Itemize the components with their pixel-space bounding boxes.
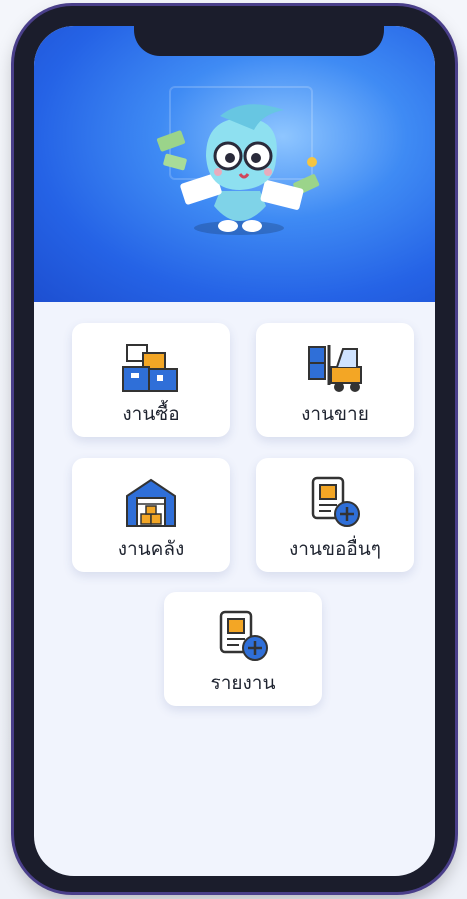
reports-label: รายงาน — [210, 672, 276, 694]
warehouse-label: งานคลัง — [117, 538, 185, 560]
phone-frame: งานซื้อ งานขาย งานคลัง งานขออื่นๆ รายงาน — [14, 6, 455, 892]
app-screen: งานซื้อ งานขาย งานคลัง งานขออื่นๆ รายงาน — [34, 26, 435, 876]
document-add-icon — [311, 476, 360, 527]
boxes-icon — [122, 344, 178, 392]
reports-card[interactable]: รายงาน — [164, 592, 322, 706]
other-requests-label: งานขออื่นๆ — [289, 538, 381, 560]
mascot-illustration — [156, 104, 320, 235]
purchase-card[interactable]: งานซื้อ — [72, 323, 230, 437]
report-add-icon — [219, 610, 268, 661]
forklift-icon — [308, 345, 362, 392]
warehouse-icon — [126, 478, 176, 527]
phone-notch — [134, 26, 384, 56]
hero-banner — [34, 26, 435, 302]
other-requests-card[interactable]: งานขออื่นๆ — [256, 458, 414, 572]
warehouse-card[interactable]: งานคลัง — [72, 458, 230, 572]
purchase-label: งานซื้อ — [122, 403, 180, 425]
sales-card[interactable]: งานขาย — [256, 323, 414, 437]
sales-label: งานขาย — [301, 403, 369, 425]
